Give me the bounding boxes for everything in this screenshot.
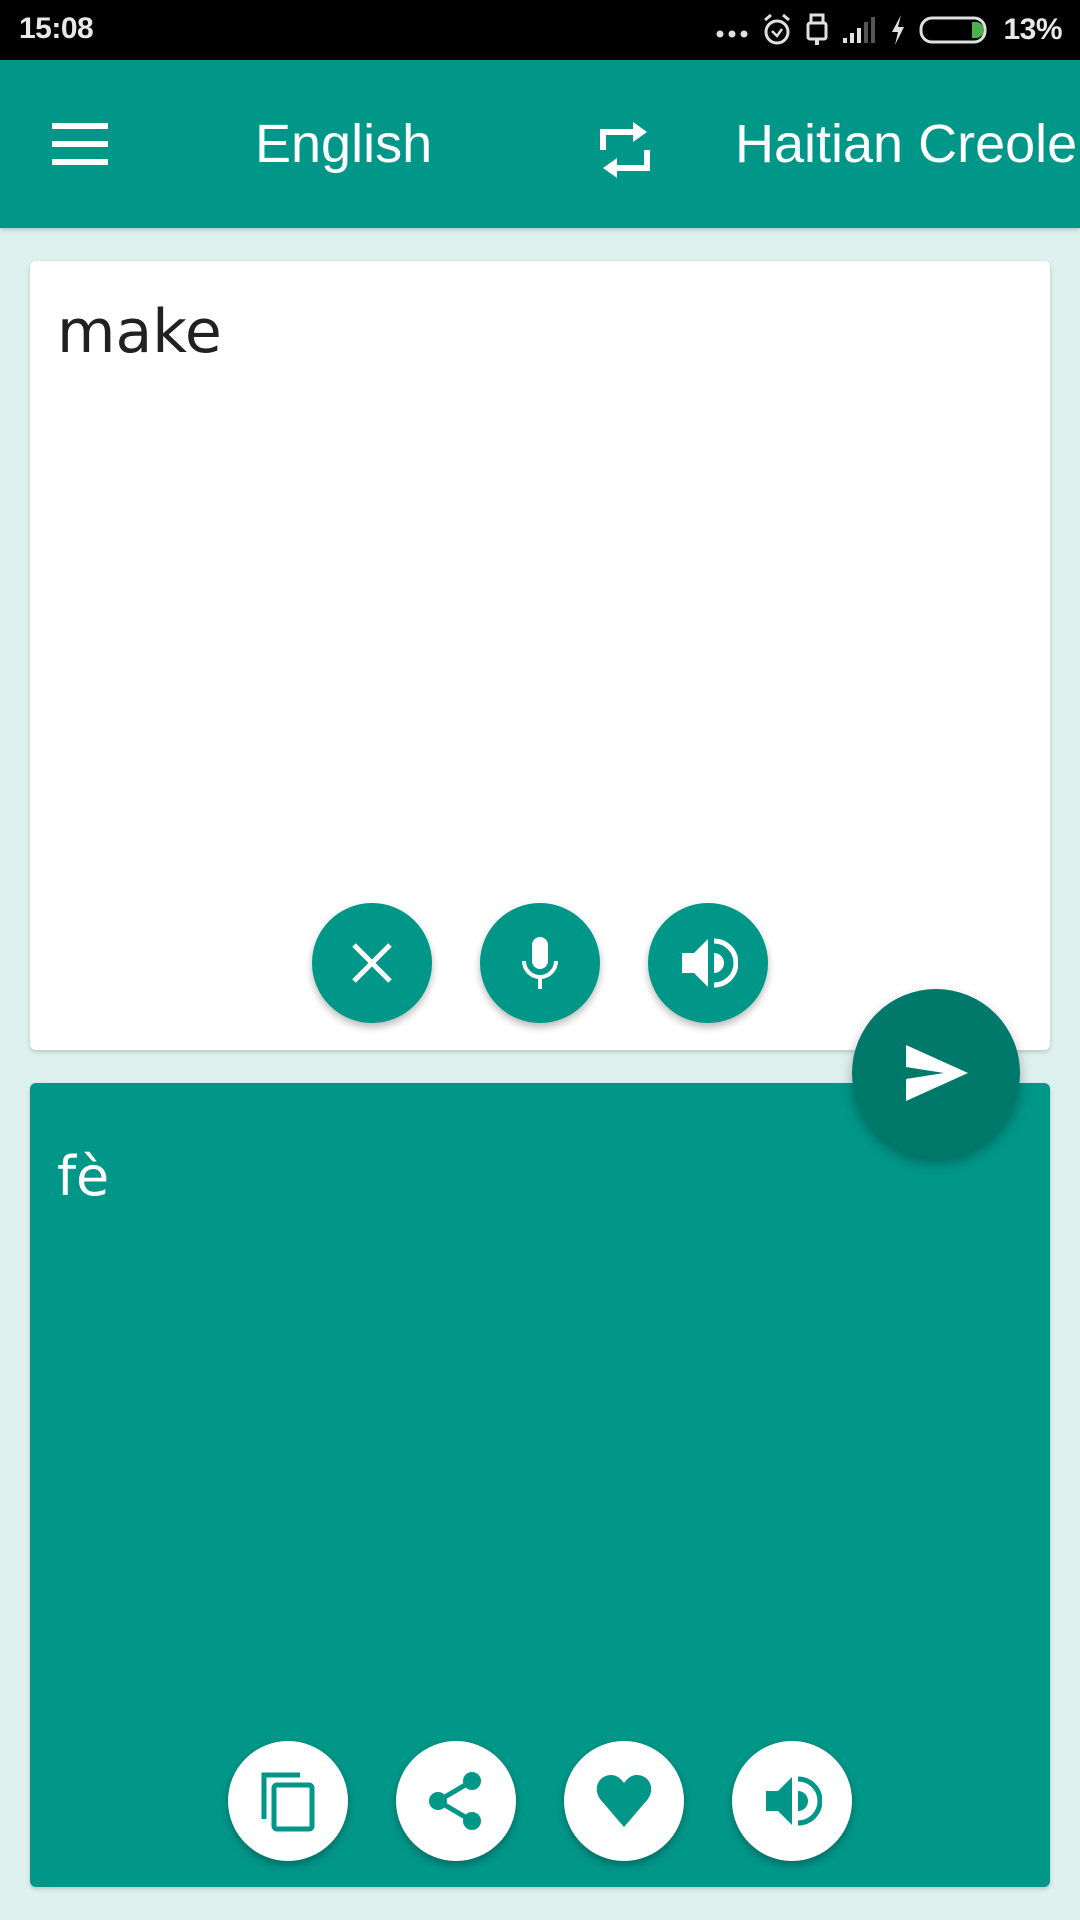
speaker-icon [766,1776,822,1826]
translate-button[interactable] [852,989,1020,1157]
hamburger-menu-icon [52,123,108,129]
swap-languages-button[interactable] [585,110,665,190]
translation-text: fè [57,1145,110,1208]
status-icons: 13% [715,0,1062,60]
send-icon [906,1045,968,1101]
status-bar: 15:08 13% [0,0,1080,60]
battery-percent: 13% [1003,13,1062,46]
battery-icon [919,15,991,45]
alarm-icon [761,13,793,47]
speaker-icon [682,938,738,988]
more-dots-icon [715,20,749,40]
close-icon [352,943,392,983]
usb-icon [805,13,829,47]
voice-input-button[interactable] [480,903,600,1023]
charging-icon [889,14,907,46]
clear-button[interactable] [312,903,432,1023]
source-language-selector[interactable]: English [255,110,432,178]
swap-languages-icon [600,122,650,178]
output-card: fè [30,1083,1050,1887]
speak-translation-button[interactable] [732,1741,852,1861]
app-toolbar: English Haitian Creole [0,60,1080,228]
input-card: make [30,261,1050,1050]
hamburger-line [52,159,108,165]
heart-icon [596,1775,652,1827]
copy-icon [261,1772,315,1832]
source-text-input[interactable]: make [57,297,222,367]
favorite-button[interactable] [564,1741,684,1861]
share-icon [429,1772,481,1830]
share-button[interactable] [396,1741,516,1861]
copy-button[interactable] [228,1741,348,1861]
signal-icon [841,16,877,44]
hamburger-line [52,141,108,147]
target-language-selector[interactable]: Haitian Creole [735,110,1077,178]
menu-button[interactable] [40,104,120,184]
microphone-icon [522,937,558,989]
status-time: 15:08 [19,12,94,45]
speak-source-button[interactable] [648,903,768,1023]
